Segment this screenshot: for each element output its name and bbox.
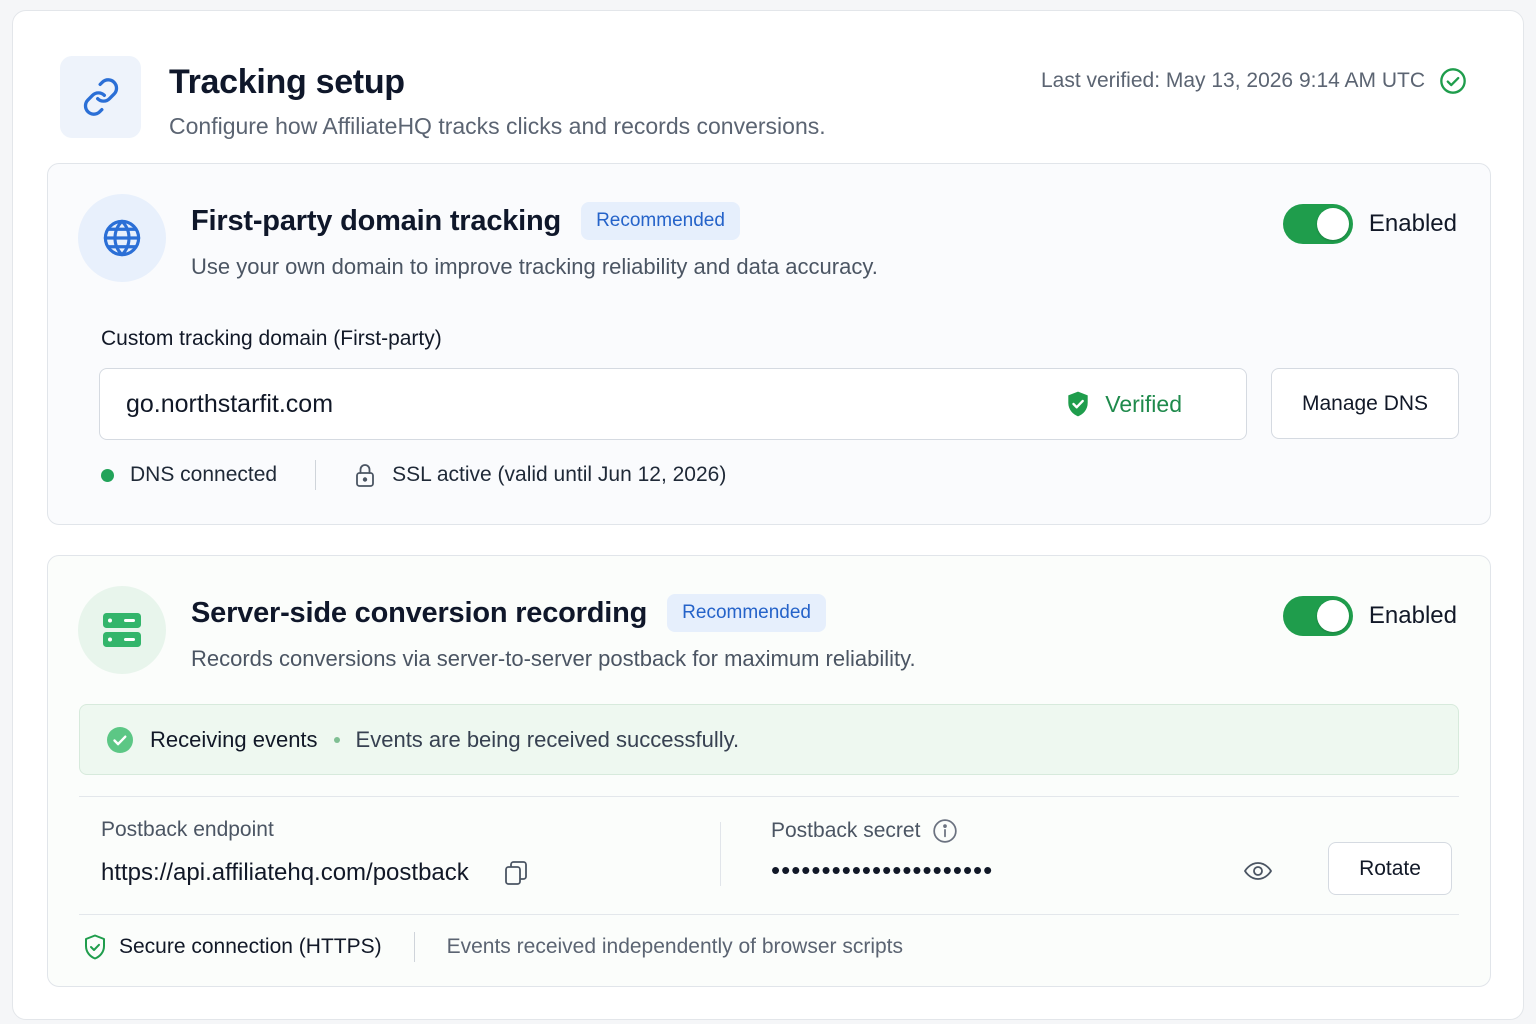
server-icon — [103, 613, 141, 647]
last-verified-text: Last verified: May 13, 2026 9:14 AM UTC — [1040, 69, 1425, 92]
toggle-knob — [1316, 600, 1349, 632]
shield-check-icon — [1068, 391, 1088, 417]
recommended-badge: Recommended — [667, 594, 826, 632]
divider — [413, 932, 415, 962]
first-party-section: First-party domain tracking Recommended … — [47, 163, 1491, 525]
custom-domain-value: go.northstarfit.com — [126, 389, 334, 418]
copy-icon[interactable] — [503, 859, 529, 887]
divider — [315, 460, 317, 490]
divider — [79, 796, 1459, 797]
server-side-title-row: Server-side conversion recording Recomme… — [191, 594, 826, 632]
postback-endpoint-value: https://api.affiliatehq.com/postback — [101, 859, 469, 886]
lock-icon — [354, 462, 376, 488]
server-side-footer: Secure connection (HTTPS) Events receive… — [83, 932, 903, 962]
globe-icon — [103, 219, 141, 257]
page-title: Tracking setup — [169, 63, 405, 101]
independent-note: Events received independently of browser… — [446, 935, 904, 958]
ssl-status: SSL active (valid until Jun 12, 2026) — [392, 463, 727, 486]
domain-status-row: DNS connected SSL active (valid until Ju… — [101, 460, 726, 490]
tracking-setup-card: Tracking setup Configure how AffiliateHQ… — [12, 10, 1524, 1020]
toggle-knob — [1316, 208, 1349, 240]
first-party-toggle-group: Enabled — [1282, 204, 1457, 244]
check-circle-filled-icon — [107, 726, 133, 753]
postback-secret-label-text: Postback secret — [771, 819, 921, 842]
postback-endpoint: https://api.affiliatehq.com/postback — [101, 859, 529, 887]
verified-label: Verified — [1105, 390, 1182, 417]
dns-status: DNS connected — [130, 463, 278, 486]
first-party-toggle-label: Enabled — [1368, 210, 1457, 237]
link-icon — [83, 78, 118, 116]
rotate-button[interactable]: Rotate — [1328, 842, 1452, 895]
server-side-toggle-label: Enabled — [1368, 602, 1457, 629]
secure-connection: Secure connection (HTTPS) — [119, 935, 382, 958]
divider — [79, 914, 1459, 915]
eye-icon[interactable] — [1243, 859, 1273, 883]
server-side-description: Records conversions via server-to-server… — [191, 646, 916, 671]
server-side-title: Server-side conversion recording — [191, 596, 648, 629]
first-party-toggle[interactable] — [1282, 204, 1353, 244]
postback-endpoint-label-text: Postback endpoint — [101, 818, 274, 841]
shield-check-outline-icon — [85, 934, 105, 960]
globe-icon-circle — [78, 194, 166, 282]
manage-dns-button[interactable]: Manage DNS — [1271, 368, 1459, 439]
postback-secret-value: •••••••••••••••••••••• — [771, 855, 994, 885]
check-circle-icon — [1440, 68, 1466, 94]
server-side-toggle-group: Enabled — [1282, 596, 1457, 636]
first-party-description: Use your own domain to improve tracking … — [191, 254, 878, 279]
events-status: Receiving events — [150, 726, 318, 752]
server-side-section: Server-side conversion recording Recomme… — [47, 555, 1491, 987]
postback-secret-label: Postback secret — [771, 818, 958, 844]
first-party-title-row: First-party domain tracking Recommended — [191, 202, 740, 240]
first-party-title: First-party domain tracking — [191, 204, 562, 237]
dns-status-dot — [101, 468, 114, 482]
custom-domain-input[interactable]: go.northstarfit.com Verified — [99, 368, 1247, 440]
events-message: Events are being received successfully. — [355, 726, 740, 752]
custom-domain-label: Custom tracking domain (First-party) — [101, 327, 442, 350]
server-side-toggle[interactable] — [1282, 596, 1353, 636]
server-icon-circle — [78, 586, 166, 674]
separator-dot — [333, 736, 340, 743]
postback-endpoint-label: Postback endpoint — [101, 818, 274, 842]
recommended-badge: Recommended — [581, 202, 740, 240]
domain-verified-status: Verified — [1065, 390, 1182, 418]
last-verified: Last verified: May 13, 2026 9:14 AM UTC — [1041, 67, 1467, 95]
column-divider — [720, 822, 721, 886]
page-subtitle: Configure how AffiliateHQ tracks clicks … — [169, 113, 826, 139]
link-icon-tile — [60, 56, 141, 138]
events-status-banner: Receiving events Events are being receiv… — [79, 704, 1459, 775]
info-icon[interactable] — [932, 818, 958, 844]
